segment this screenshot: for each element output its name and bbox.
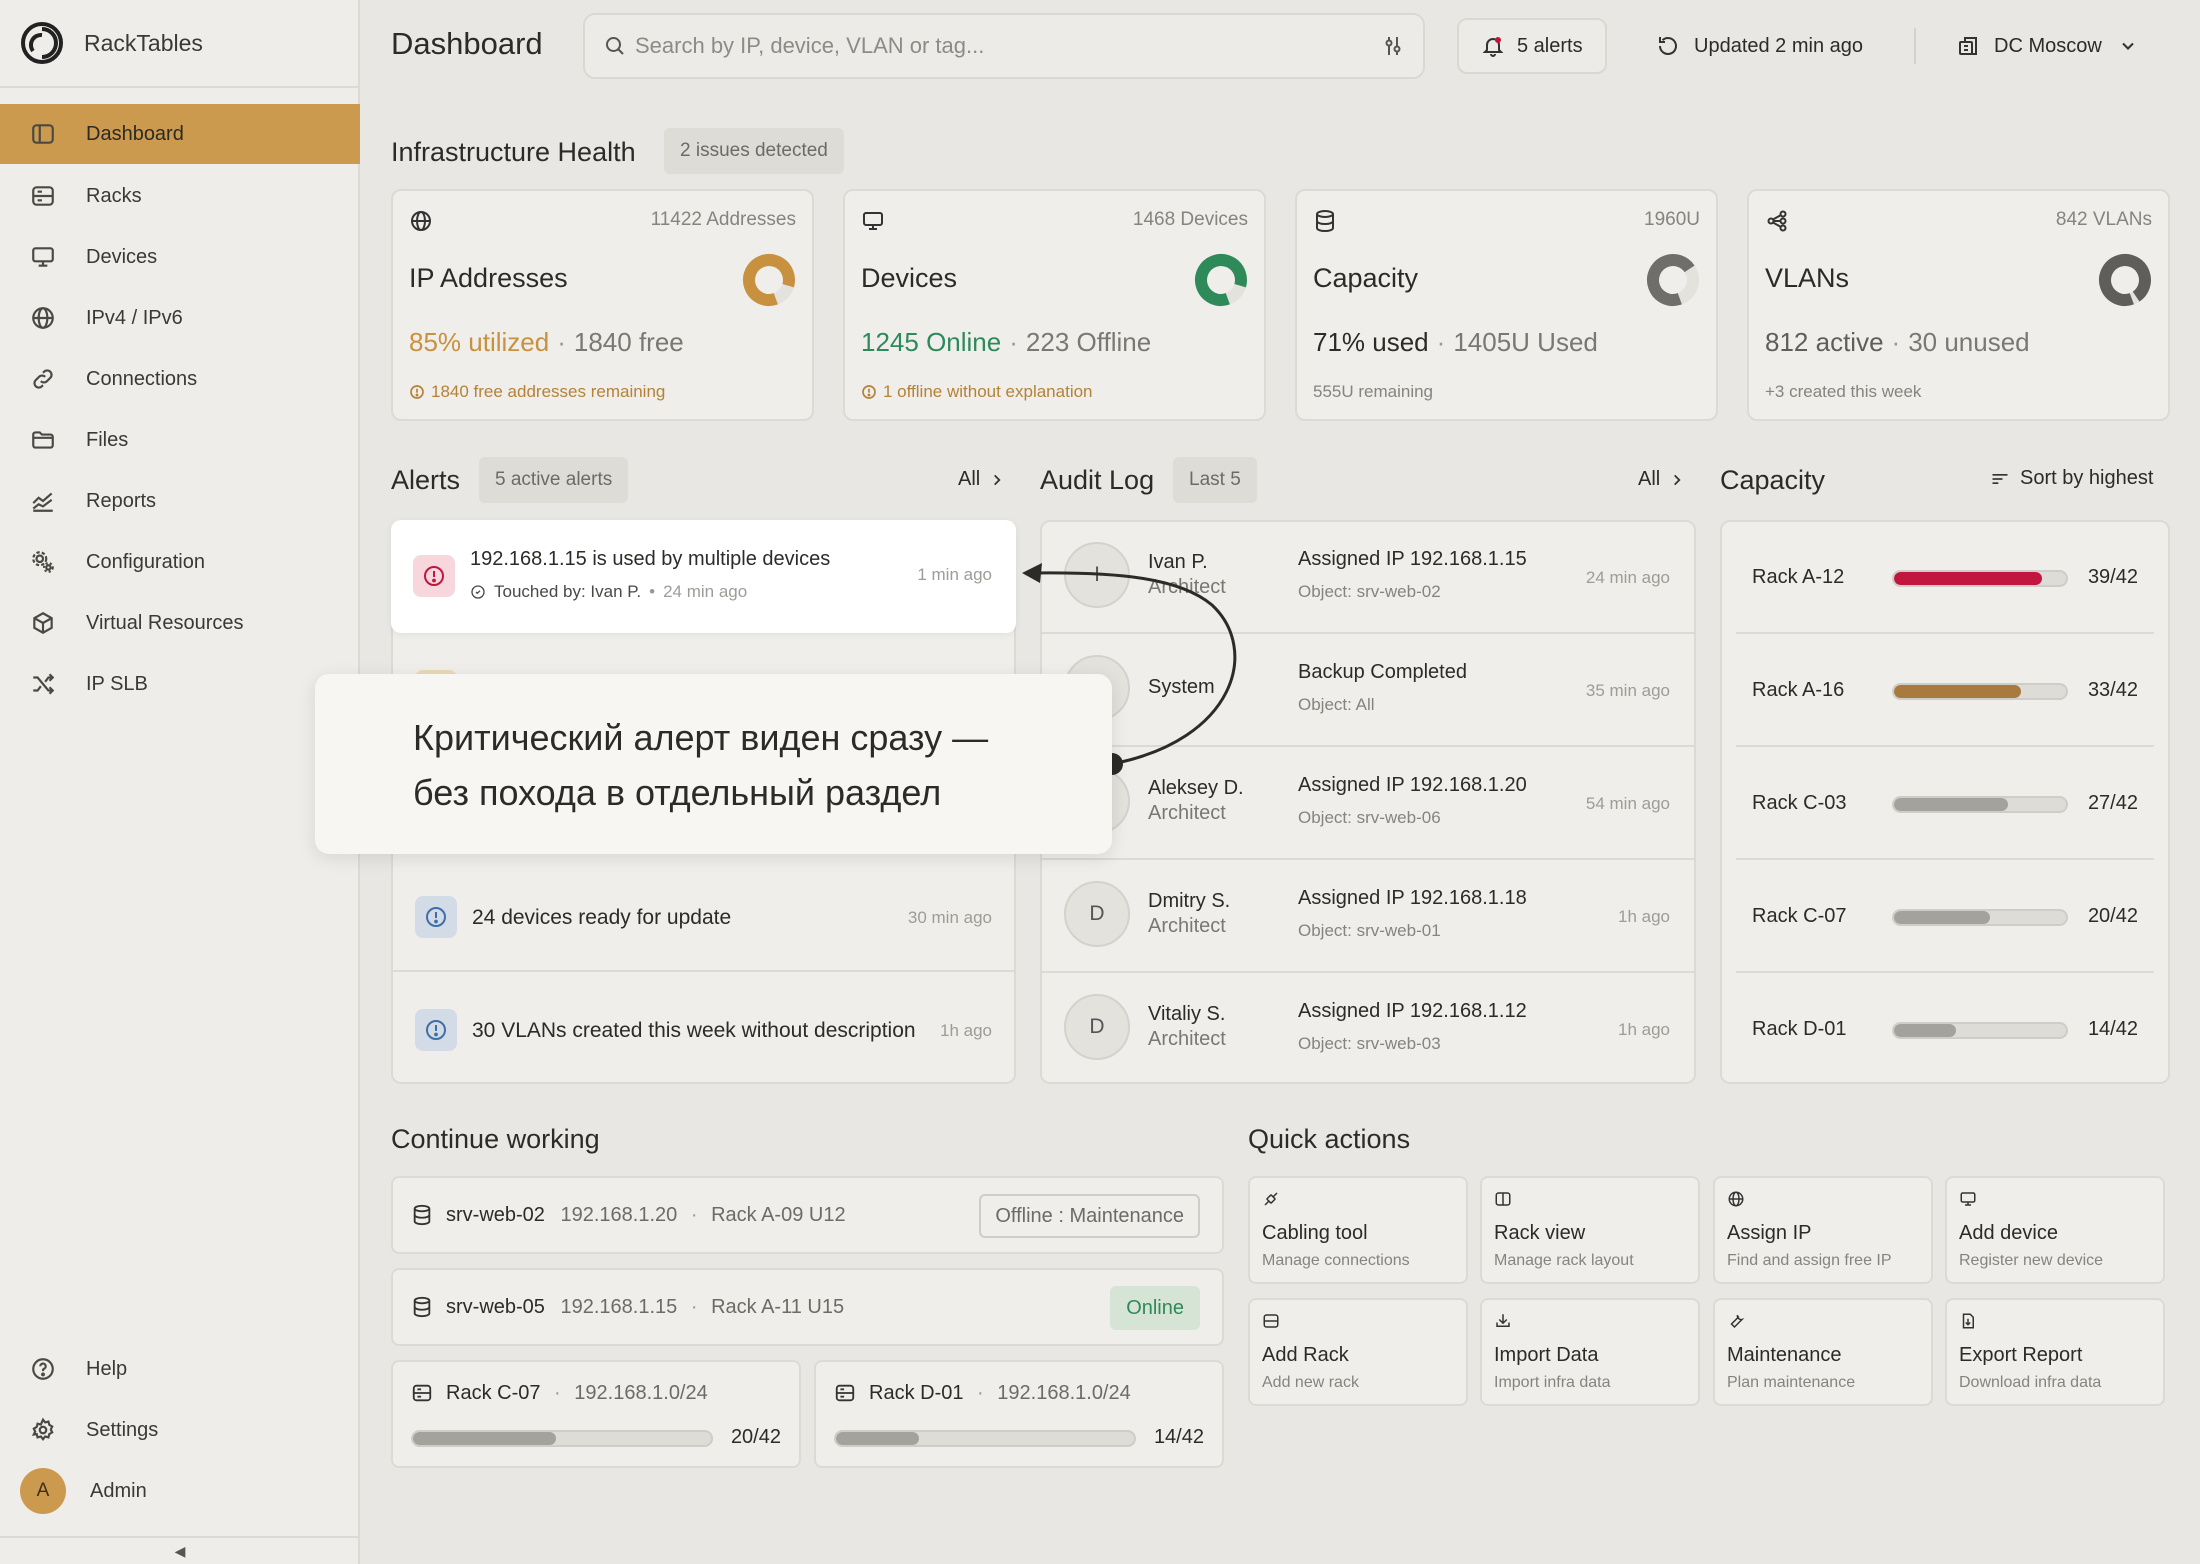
callout-line-1: Критический алерт виден сразу — (413, 717, 989, 758)
callout-line-2: без похода в отдельный раздел (413, 772, 942, 813)
callout-annotation: Критический алерт виден сразу — без поход… (315, 674, 1112, 854)
